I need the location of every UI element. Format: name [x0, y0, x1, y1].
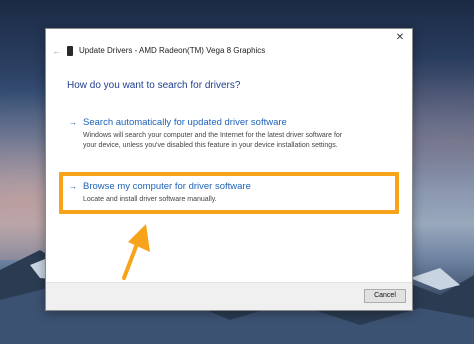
pointer-arrow-icon [122, 224, 150, 280]
option-description-line: Locate and install driver software manua… [83, 196, 217, 203]
page-heading: How do you want to search for drivers? [67, 80, 241, 91]
option-description: Locate and install driver software manua… [83, 195, 373, 205]
window-title: Update Drivers - AMD Radeon(TM) Vega 8 G… [79, 46, 266, 55]
option-description: Windows will search your computer and th… [83, 131, 373, 151]
search-automatically-option[interactable]: → Search automatically for updated drive… [66, 117, 386, 155]
title-bar: ← Update Drivers - AMD Radeon(TM) Vega 8… [46, 29, 412, 59]
close-button[interactable]: ✕ [394, 32, 406, 44]
dialog-footer: Cancel [46, 282, 412, 310]
update-drivers-dialog: ← Update Drivers - AMD Radeon(TM) Vega 8… [45, 28, 413, 311]
back-arrow-icon[interactable]: ← [52, 46, 61, 56]
cancel-button[interactable]: Cancel [364, 289, 406, 303]
browse-computer-option[interactable]: → Browse my computer for driver software… [66, 181, 386, 213]
option-title[interactable]: Search automatically for updated driver … [83, 117, 287, 129]
option-title[interactable]: Browse my computer for driver software [83, 181, 251, 193]
option-description-line: your device, unless you've disabled this… [83, 142, 338, 149]
arrow-right-icon: → [69, 118, 77, 127]
option-description-line: Windows will search your computer and th… [83, 132, 343, 139]
arrow-right-icon: → [69, 182, 77, 191]
device-icon [67, 46, 73, 56]
